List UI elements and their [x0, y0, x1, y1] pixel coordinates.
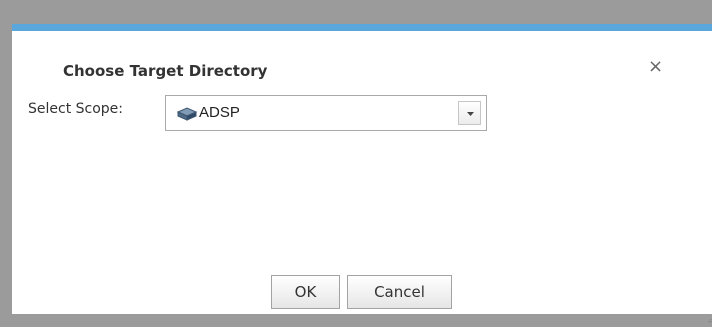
close-icon[interactable]: ×	[648, 58, 663, 76]
dialog-title: Choose Target Directory	[63, 62, 268, 80]
cancel-button[interactable]: Cancel	[347, 275, 452, 309]
scope-select-value: ADSP	[199, 104, 240, 121]
resize-grip-icon[interactable]	[708, 308, 712, 323]
chevron-down-icon[interactable]	[458, 101, 481, 125]
directory-scope-icon	[176, 106, 198, 121]
scope-select[interactable]: ADSP	[165, 95, 487, 131]
ok-button[interactable]: OK	[271, 275, 340, 309]
select-scope-label: Select Scope:	[28, 101, 124, 117]
choose-target-directory-dialog: Choose Target Directory × Select Scope: …	[12, 24, 712, 323]
